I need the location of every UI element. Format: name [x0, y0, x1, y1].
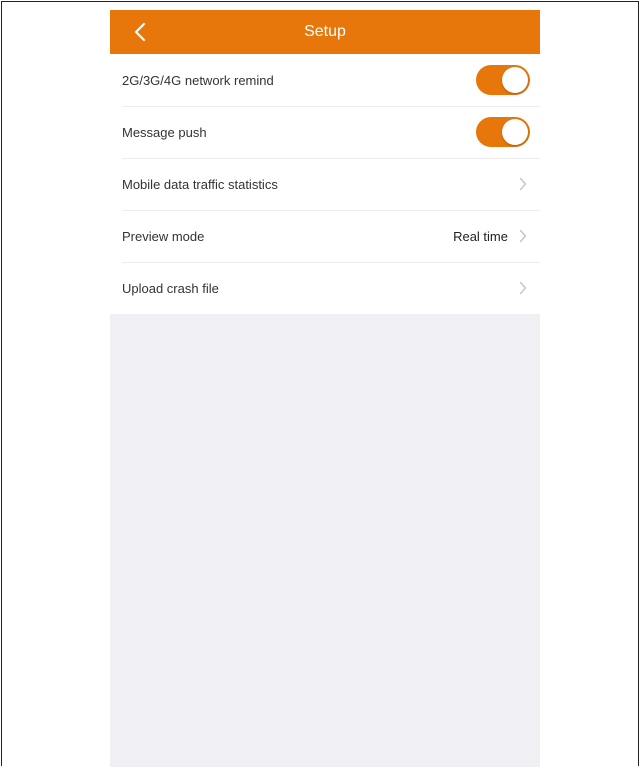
network-remind-toggle[interactable]	[476, 65, 530, 95]
settings-list: 2G/3G/4G network remind Message push Mob…	[110, 54, 540, 314]
setting-upload-crash-file[interactable]: Upload crash file	[110, 262, 540, 314]
navigation-bar: Setup	[110, 10, 540, 54]
chevron-right-icon	[516, 229, 530, 243]
screenshot-frame: Setup 2G/3G/4G network remind Message pu…	[1, 1, 639, 767]
setting-label: 2G/3G/4G network remind	[122, 72, 274, 88]
chevron-left-icon	[134, 22, 146, 42]
setting-label: Mobile data traffic statistics	[122, 176, 278, 192]
preview-mode-value: Real time	[453, 228, 508, 244]
toggle-knob	[502, 119, 528, 145]
setting-message-push: Message push	[110, 106, 540, 158]
setting-label: Preview mode	[122, 228, 205, 244]
setting-preview-mode[interactable]: Preview mode Real time	[110, 210, 540, 262]
setting-label: Upload crash file	[122, 280, 219, 296]
chevron-right-icon	[516, 281, 530, 295]
toggle-knob	[502, 67, 528, 93]
setting-network-remind: 2G/3G/4G network remind	[110, 54, 540, 106]
page-title: Setup	[304, 23, 346, 40]
setting-label: Message push	[122, 124, 207, 140]
back-button[interactable]	[120, 10, 160, 54]
message-push-toggle[interactable]	[476, 117, 530, 147]
chevron-right-icon	[516, 177, 530, 191]
app-screen: Setup 2G/3G/4G network remind Message pu…	[110, 10, 540, 767]
setting-mobile-data-traffic[interactable]: Mobile data traffic statistics	[110, 158, 540, 210]
